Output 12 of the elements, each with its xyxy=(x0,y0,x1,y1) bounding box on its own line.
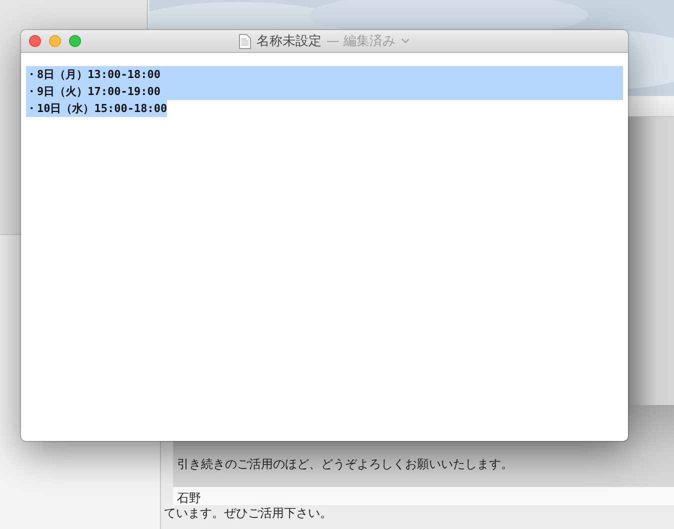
text-line: ・8日（月）13:00-18:00 xyxy=(26,67,160,83)
minimize-button[interactable] xyxy=(49,35,61,47)
edited-status[interactable]: — 編集済み xyxy=(326,32,396,50)
document-icon xyxy=(239,34,252,48)
chevron-icon[interactable] xyxy=(400,38,410,44)
window-title: 名称未設定 xyxy=(256,33,322,50)
text-line: ・9日（火）17:00-19:00 xyxy=(26,84,160,100)
signature-text: 石野 xyxy=(177,491,201,505)
body-text: ています。ぜひご活用下さい。 xyxy=(163,505,333,521)
close-button[interactable] xyxy=(29,35,41,47)
zoom-button[interactable] xyxy=(69,35,81,47)
body-text: 引き続きのご活用のほど、どうぞよろしくお願いいたします。 xyxy=(177,457,513,471)
